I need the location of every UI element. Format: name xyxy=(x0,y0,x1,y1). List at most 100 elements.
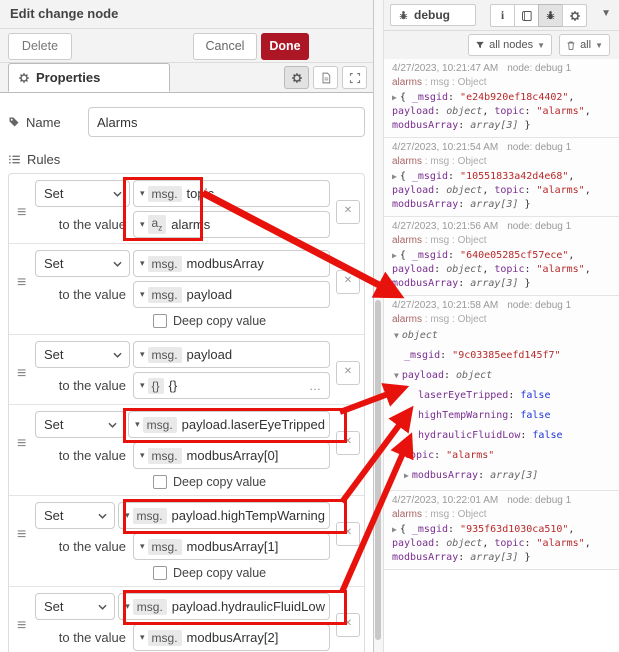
info-tab-button[interactable]: i xyxy=(490,4,515,27)
debug-tab-button[interactable] xyxy=(538,4,563,27)
caret-down-icon[interactable]: ▾ xyxy=(125,510,130,521)
rule-row-6: ≡ ✕ Set ▾ msg. payload.hydraulicFluidLow xyxy=(9,587,364,652)
rule-action-select[interactable]: Set xyxy=(35,411,125,438)
sidebar-menu-caret[interactable]: ▼ xyxy=(601,8,611,19)
msg-type-chip[interactable]: msg. xyxy=(133,508,167,524)
rule-property-input[interactable]: ▾ msg. modbusArray xyxy=(133,250,330,277)
message-json-preview: ▶{ _msgid: "935f63d1030ca510", payload: … xyxy=(392,523,611,565)
message-topic: alarms : msg : Object xyxy=(392,76,611,89)
scrollbar-thumb[interactable] xyxy=(375,300,381,640)
rule-value-input[interactable]: ▾ msg. payload xyxy=(133,281,330,308)
edit-json-button[interactable]: … xyxy=(309,379,322,393)
node-settings-button[interactable] xyxy=(284,66,309,89)
msg-type-chip[interactable]: msg. xyxy=(133,599,167,615)
edit-panel-scrollbar[interactable] xyxy=(374,0,384,652)
json-msgid-row: _msgid: "9c03385eefd145f7" xyxy=(392,346,611,366)
caret-down-icon[interactable]: ▾ xyxy=(140,289,145,300)
msg-type-chip[interactable]: msg. xyxy=(148,448,182,464)
help-tab-button[interactable] xyxy=(514,4,539,27)
node-description-button[interactable] xyxy=(313,66,338,89)
drag-handle-icon[interactable]: ≡ xyxy=(17,208,26,218)
tab-debug[interactable]: debug xyxy=(390,4,476,26)
document-icon xyxy=(320,72,332,84)
caret-down-icon[interactable]: ▾ xyxy=(140,349,145,360)
remove-rule-button[interactable]: ✕ xyxy=(336,270,360,294)
expand-caret-icon[interactable]: ▶ xyxy=(392,172,397,181)
caret-down-icon[interactable]: ▾ xyxy=(140,258,145,269)
expand-caret-icon[interactable]: ▶ xyxy=(392,251,397,260)
rule-property-input[interactable]: ▾ msg. topic xyxy=(133,180,330,207)
deep-copy-checkbox[interactable] xyxy=(153,566,167,580)
json-type-icon[interactable]: {} xyxy=(148,378,164,394)
msg-type-chip[interactable]: msg. xyxy=(148,347,182,363)
rule-property-input[interactable]: ▾ msg. payload.laserEyeTripped xyxy=(128,411,330,438)
drag-handle-icon[interactable]: ≡ xyxy=(17,369,26,379)
name-input[interactable] xyxy=(88,107,365,137)
msg-type-chip[interactable]: msg. xyxy=(148,539,182,555)
remove-rule-button[interactable]: ✕ xyxy=(336,613,360,637)
caret-down-icon[interactable]: ▾ xyxy=(140,450,145,461)
remove-rule-button[interactable]: ✕ xyxy=(336,522,360,546)
rule-action-select[interactable]: Set xyxy=(35,250,130,277)
msg-type-chip[interactable]: msg. xyxy=(148,186,182,202)
drag-handle-icon[interactable]: ≡ xyxy=(17,278,26,288)
rule-value-input[interactable]: ▾ msg. modbusArray[0] xyxy=(133,442,330,469)
bug-icon xyxy=(545,10,556,21)
rule-value-input[interactable]: ▾ msg. modbusArray[1] xyxy=(133,533,330,560)
debug-message: 4/27/2023, 10:22:01 AMnode: debug 1 alar… xyxy=(384,491,619,570)
rule-value-input[interactable]: ▾ az alarms xyxy=(133,211,330,238)
drag-handle-icon[interactable]: ≡ xyxy=(17,439,26,449)
debug-message: 4/27/2023, 10:21:56 AMnode: debug 1 alar… xyxy=(384,217,619,296)
drag-handle-icon[interactable]: ≡ xyxy=(17,621,26,631)
expand-editor-button[interactable] xyxy=(342,66,367,89)
caret-down-icon[interactable]: ▾ xyxy=(140,188,145,199)
expand-caret-icon[interactable]: ▶ xyxy=(404,471,409,480)
caret-down-icon[interactable]: ▾ xyxy=(140,380,145,391)
rule-action-select[interactable]: Set xyxy=(35,180,130,207)
drag-handle-icon[interactable]: ≡ xyxy=(17,530,26,540)
rule-action-select[interactable]: Set xyxy=(35,502,115,529)
collapse-caret-icon[interactable]: ▼ xyxy=(394,371,399,380)
caret-down-icon[interactable]: ▾ xyxy=(140,632,145,643)
deep-copy-checkbox[interactable] xyxy=(153,314,167,328)
message-json-preview: ▶{ _msgid: "10551833a42d4e68", payload: … xyxy=(392,170,611,212)
caret-down-icon[interactable]: ▾ xyxy=(125,601,130,612)
remove-rule-button[interactable]: ✕ xyxy=(336,361,360,385)
filter-nodes-button[interactable]: all nodes ▼ xyxy=(468,34,552,56)
tab-properties[interactable]: Properties xyxy=(8,63,170,92)
rule-value-input[interactable]: ▾ msg. modbusArray[2] xyxy=(133,624,330,651)
rule-row-5: ≡ ✕ Set ▾ msg. payload.highTempWarning xyxy=(9,496,364,587)
rule-action-select[interactable]: Set xyxy=(35,593,115,620)
remove-rule-button[interactable]: ✕ xyxy=(336,431,360,455)
clear-messages-button[interactable]: all ▼ xyxy=(559,34,610,56)
msg-type-chip[interactable]: msg. xyxy=(148,287,182,303)
rule-action-select[interactable]: Set xyxy=(35,341,130,368)
edit-change-node-panel: Edit change node Delete Cancel Done Prop… xyxy=(0,0,374,652)
rule-property-input[interactable]: ▾ msg. payload.hydraulicFluidLow xyxy=(118,593,330,620)
trash-icon xyxy=(566,40,576,51)
rule-property-input[interactable]: ▾ msg. payload.highTempWarning xyxy=(118,502,330,529)
deep-copy-checkbox[interactable] xyxy=(153,475,167,489)
caret-down-icon[interactable]: ▾ xyxy=(140,219,145,230)
done-button[interactable]: Done xyxy=(261,33,309,60)
message-meta: 4/27/2023, 10:21:54 AMnode: debug 1 xyxy=(392,141,611,155)
gear-icon xyxy=(18,72,30,84)
editor-icon-buttons xyxy=(284,66,367,89)
msg-type-chip[interactable]: msg. xyxy=(148,256,182,272)
caret-down-icon[interactable]: ▾ xyxy=(140,541,145,552)
msg-type-chip[interactable]: msg. xyxy=(148,630,182,646)
caret-down-icon: ▼ xyxy=(595,41,603,50)
string-type-icon[interactable]: az xyxy=(148,215,167,233)
delete-button[interactable]: Delete xyxy=(8,33,72,60)
msg-type-chip[interactable]: msg. xyxy=(143,417,177,433)
config-tab-button[interactable] xyxy=(562,4,587,27)
rule-value-input[interactable]: ▾ {} {} … xyxy=(133,372,330,399)
remove-rule-button[interactable]: ✕ xyxy=(336,200,360,224)
cancel-button[interactable]: Cancel xyxy=(193,33,257,60)
filter-icon xyxy=(475,40,485,50)
rule-property-input[interactable]: ▾ msg. payload xyxy=(133,341,330,368)
caret-down-icon[interactable]: ▾ xyxy=(135,419,140,430)
expand-caret-icon[interactable]: ▶ xyxy=(392,93,397,102)
collapse-caret-icon[interactable]: ▼ xyxy=(394,331,399,340)
expand-caret-icon[interactable]: ▶ xyxy=(392,525,397,534)
